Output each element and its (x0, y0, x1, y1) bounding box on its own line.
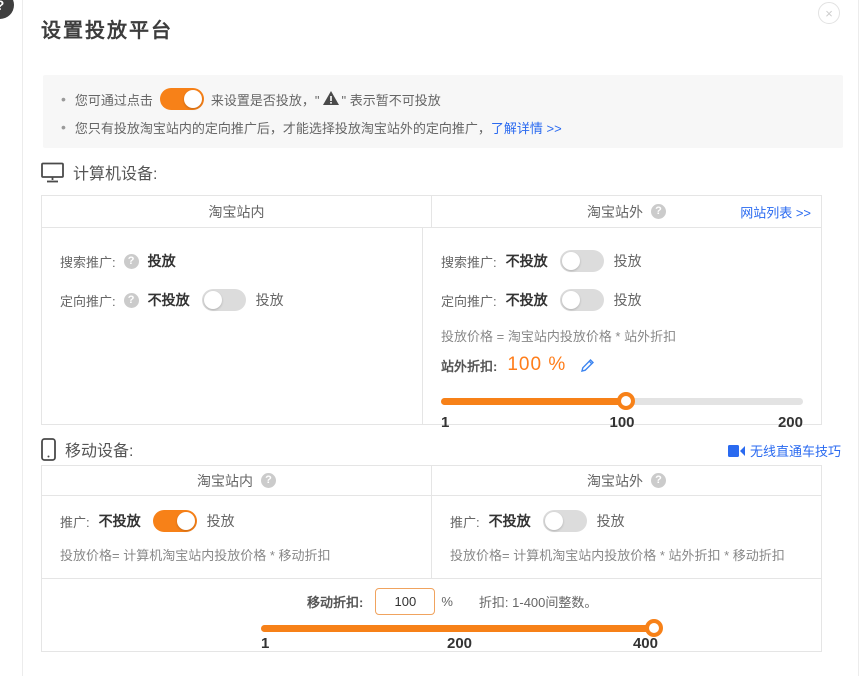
search-promo-value: 投放 (148, 251, 176, 271)
notice-text-pre: 您可通过点击 (75, 90, 153, 109)
computer-section-header: 计算机设备: (41, 160, 157, 184)
target-promo-label: 定向推广: (441, 291, 497, 310)
mobile-table: 淘宝站内 ? 淘宝站外 ? 推广: 不投放 投放 投放价格= 计算机淘宝站内投放… (41, 465, 822, 652)
mobile-section-title: 移动设备: (65, 437, 133, 461)
computer-offsite-header: 淘宝站外 ? 网站列表 >> (432, 196, 821, 227)
phone-icon (41, 438, 56, 461)
close-icon[interactable]: × (818, 2, 840, 24)
page-title: 设置投放平台 (41, 14, 173, 43)
slider-min-label: 1 (441, 414, 449, 431)
search-promo-off-label: 不投放 (506, 251, 548, 271)
mobile-slider-labels: 1 200 400 (261, 635, 658, 652)
promo-on-label: 投放 (207, 511, 235, 531)
video-camera-icon (728, 445, 745, 457)
computer-onsite-target-toggle[interactable] (202, 289, 246, 311)
bullet: • (61, 119, 66, 135)
mobile-discount-label: 移动折扣: (307, 592, 363, 611)
mobile-discount-input[interactable] (375, 588, 435, 615)
target-promo-off-label: 不投放 (148, 290, 190, 310)
learn-more-link[interactable]: 了解详情 >> (491, 118, 562, 137)
notice-text-2: 您只有投放淘宝站内的定向推广后，才能选择投放淘宝站外的定向推广， (75, 118, 491, 137)
notice-text-mid: 来设置是否投放，" (211, 90, 320, 109)
mobile-offsite-header: 淘宝站外 ? (432, 466, 821, 495)
computer-offsite-search-toggle[interactable] (560, 250, 604, 272)
mobile-offsite-formula: 投放价格= 计算机淘宝站内投放价格 * 站外折扣 * 移动折扣 (450, 545, 803, 564)
promo-label: 推广: (450, 512, 480, 531)
offsite-discount-slider[interactable] (441, 392, 803, 410)
target-promo-label: 定向推广: (60, 291, 116, 310)
offsite-price-formula: 投放价格 = 淘宝站内投放价格 * 站外折扣 (441, 326, 803, 345)
offsite-discount-label: 站外折扣: (441, 356, 497, 375)
mobile-onsite-header: 淘宝站内 ? (42, 466, 432, 495)
question-icon[interactable]: ? (261, 473, 276, 488)
promo-off-label: 不投放 (99, 511, 141, 531)
target-promo-on-label: 投放 (614, 290, 642, 310)
monitor-icon (41, 162, 64, 183)
mobile-offsite-promo-toggle[interactable] (543, 510, 587, 532)
mobile-discount-row: 移动折扣: % 折扣: 1-400间整数。 1 200 400 (42, 578, 821, 651)
slider-max-label: 400 (633, 635, 658, 652)
bullet: • (61, 91, 66, 107)
mobile-onsite-promo-toggle[interactable] (153, 510, 197, 532)
computer-offsite-cell: 搜索推广: 不投放 投放 定向推广: 不投放 投放 投放价格 = 淘宝站内投放价… (423, 228, 821, 424)
question-icon[interactable]: ? (124, 254, 139, 269)
search-promo-on-label: 投放 (614, 251, 642, 271)
slider-max-label: 200 (778, 414, 803, 431)
computer-offsite-header-label: 淘宝站外 (587, 202, 643, 222)
slider-fill (261, 625, 658, 632)
slider-handle[interactable] (617, 392, 635, 410)
mobile-discount-unit: % (441, 594, 453, 609)
computer-onsite-header: 淘宝站内 (42, 196, 432, 227)
notice-line-2: • 您只有投放淘宝站内的定向推广后，才能选择投放淘宝站外的定向推广， 了解详情 … (61, 114, 825, 140)
slider-mid-label: 100 (609, 414, 634, 431)
offsite-slider-labels: 1 100 200 (441, 414, 803, 431)
computer-onsite-header-label: 淘宝站内 (209, 202, 265, 222)
promo-on-label: 投放 (597, 511, 625, 531)
promo-label: 推广: (60, 512, 90, 531)
wireless-tips-link-wrap: 无线直通车技巧 (728, 441, 841, 460)
notice-line-1: • 您可通过点击 来设置是否投放，" " 表示暂不可投放 (61, 86, 825, 112)
mobile-section-header: 移动设备: (41, 437, 133, 461)
computer-offsite-target-toggle[interactable] (560, 289, 604, 311)
slider-mid-label: 200 (447, 635, 472, 652)
mobile-onsite-formula: 投放价格= 计算机淘宝站内投放价格 * 移动折扣 (60, 545, 413, 564)
computer-section-title: 计算机设备: (73, 160, 157, 184)
question-icon[interactable]: ? (124, 293, 139, 308)
target-promo-off-label: 不投放 (506, 290, 548, 310)
search-promo-label: 搜索推广: (441, 252, 497, 271)
offsite-discount-value: 100 % (507, 354, 566, 376)
notice-text-post: " 表示暂不可投放 (342, 90, 441, 109)
promo-off-label: 不投放 (489, 511, 531, 531)
notice-box: • 您可通过点击 来设置是否投放，" " 表示暂不可投放 • 您只有投放淘宝站内… (43, 75, 843, 148)
mobile-discount-hint: 折扣: 1-400间整数。 (479, 592, 597, 611)
slider-min-label: 1 (261, 635, 269, 652)
computer-onsite-cell: 搜索推广: ? 投放 定向推广: ? 不投放 投放 (42, 228, 423, 424)
wireless-tips-link[interactable]: 无线直通车技巧 (750, 441, 841, 460)
edit-pencil-icon[interactable] (580, 358, 595, 373)
computer-table: 淘宝站内 淘宝站外 ? 网站列表 >> 搜索推广: ? 投放 定向推广: ? 不… (41, 195, 822, 425)
target-promo-on-label: 投放 (256, 290, 284, 310)
mobile-onsite-header-label: 淘宝站内 (197, 471, 253, 491)
mobile-offsite-cell: 推广: 不投放 投放 投放价格= 计算机淘宝站内投放价格 * 站外折扣 * 移动… (432, 496, 821, 578)
example-toggle[interactable] (160, 88, 204, 110)
mobile-onsite-cell: 推广: 不投放 投放 投放价格= 计算机淘宝站内投放价格 * 移动折扣 (42, 496, 432, 578)
search-promo-label: 搜索推广: (60, 252, 116, 271)
warning-icon (323, 91, 339, 108)
site-list-link[interactable]: 网站列表 >> (740, 202, 811, 221)
set-platform-dialog: × 设置投放平台 • 您可通过点击 来设置是否投放，" " 表示暂不可投放 • … (22, 0, 859, 676)
slider-fill (441, 398, 626, 405)
question-icon[interactable]: ? (651, 204, 666, 219)
help-badge[interactable]: ? (0, 0, 14, 19)
mobile-offsite-header-label: 淘宝站外 (587, 471, 643, 491)
question-icon[interactable]: ? (651, 473, 666, 488)
